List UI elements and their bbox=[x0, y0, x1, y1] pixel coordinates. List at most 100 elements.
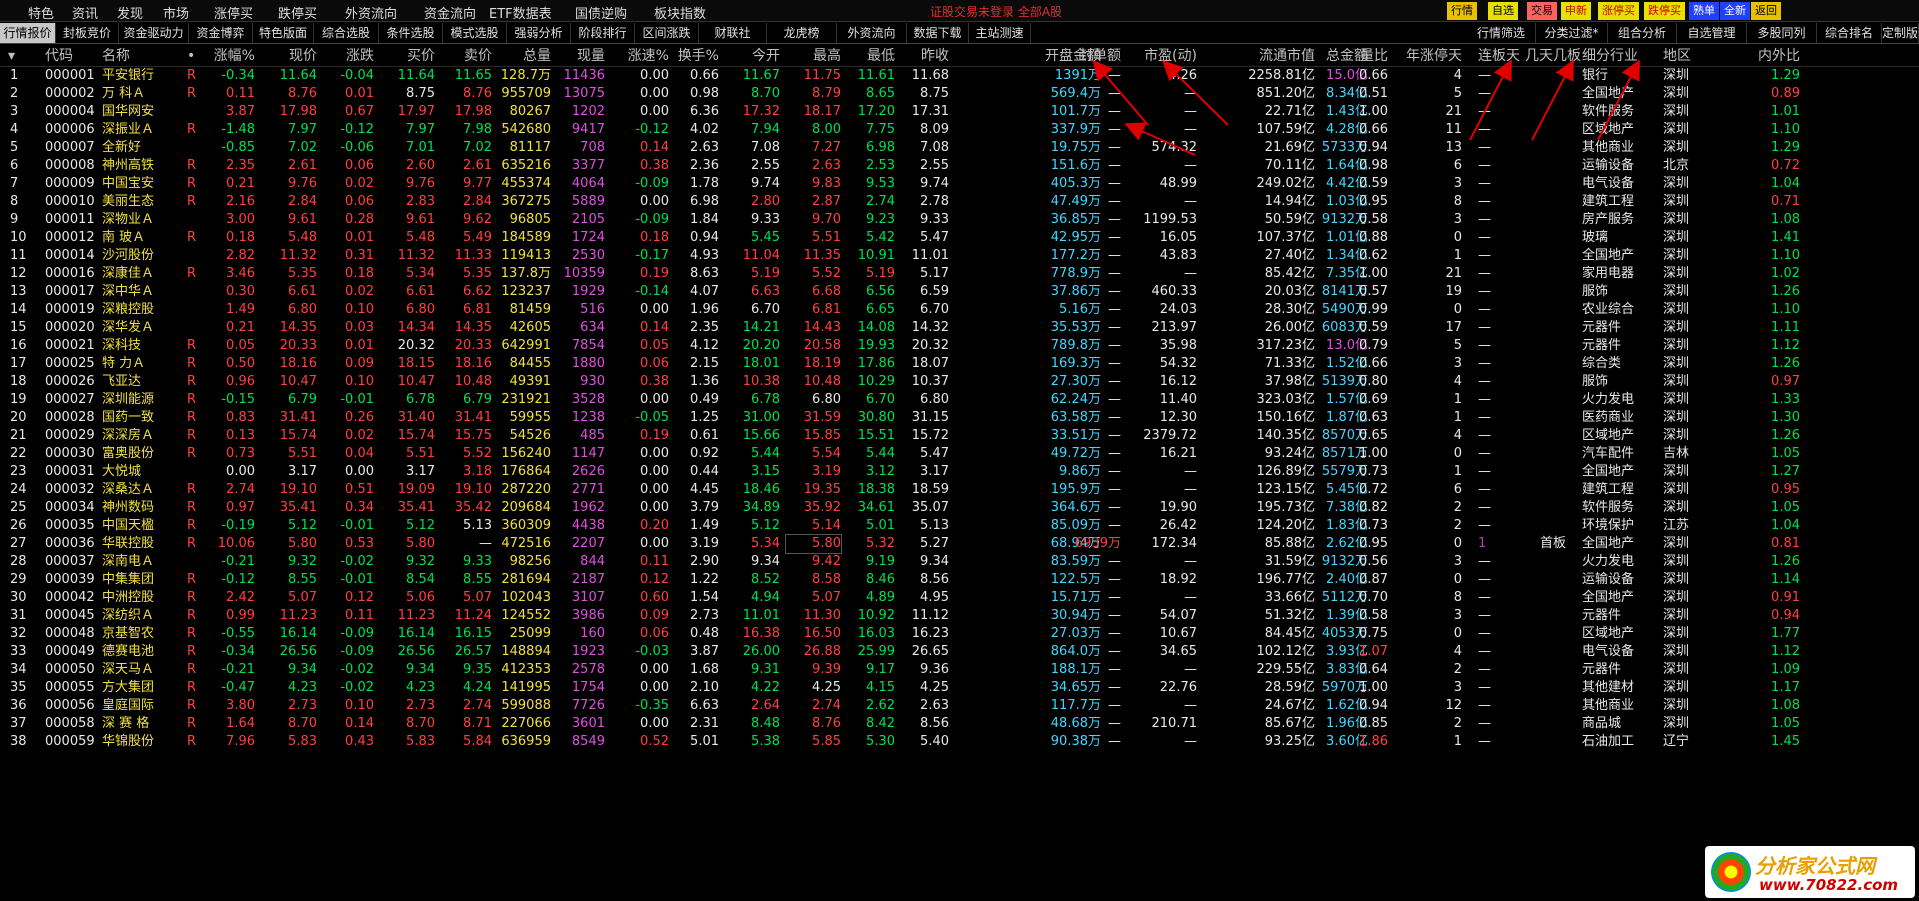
menu-item[interactable]: 涨停买 bbox=[214, 3, 253, 22]
table-row[interactable]: 1 000001 平安银行 R -0.34 11.64 -0.04 11.64 11.65 128… bbox=[0, 67, 1919, 85]
table-row[interactable]: 12 000016 深康佳Ａ R 3.46 5.35 0.18 5.34 5.35 137.8万 1… bbox=[0, 265, 1919, 283]
table-row[interactable]: 33 000049 德赛电池 R -0.34 26.56 -0.09 26.56 26.57 14… bbox=[0, 643, 1919, 661]
column-header[interactable]: 最低 bbox=[845, 47, 895, 65]
tab[interactable]: 模式选股 bbox=[443, 23, 507, 43]
tab[interactable]: 外资流向 bbox=[837, 23, 907, 43]
quick-button[interactable]: 行情 bbox=[1447, 2, 1477, 20]
column-header[interactable]: 地区 bbox=[1663, 47, 1723, 65]
tab[interactable]: 财联社 bbox=[699, 23, 767, 43]
column-header[interactable]: 涨跌 bbox=[322, 47, 374, 65]
tab[interactable]: 行情报价 bbox=[0, 23, 56, 43]
table-row[interactable]: 22 000030 富奥股份 R 0.73 5.51 0.04 5.51 5.52 156240 1… bbox=[0, 445, 1919, 463]
menu-item[interactable]: 市场 bbox=[163, 3, 189, 22]
table-row[interactable]: 10 000012 南 玻Ａ R 0.18 5.48 0.01 5.48 5.49 184589 1… bbox=[0, 229, 1919, 247]
tab-right[interactable]: 行情筛选 bbox=[1467, 23, 1536, 43]
menu-item[interactable]: 外资流向 bbox=[345, 3, 397, 22]
table-row[interactable]: 13 000017 深中华Ａ 0.30 6.61 0.02 6.61 6.62 123237 19… bbox=[0, 283, 1919, 301]
tab[interactable]: 资金博弈 bbox=[189, 23, 253, 43]
column-header[interactable]: 几天几板 bbox=[1525, 47, 1581, 65]
column-header[interactable]: 昨收 bbox=[897, 47, 949, 65]
column-header[interactable]: 现价 bbox=[262, 47, 317, 65]
menu-item[interactable]: 国债逆购 bbox=[575, 3, 627, 22]
column-header[interactable]: 现量 bbox=[553, 47, 605, 65]
table-row[interactable]: 24 000032 深桑达Ａ R 2.74 19.10 0.51 19.09 19.10 2872… bbox=[0, 481, 1919, 499]
table-row[interactable]: 2 000002 万 科Ａ R 0.11 8.76 0.01 8.75 8.76 955709 13… bbox=[0, 85, 1919, 103]
tab-right[interactable]: 分类过滤* bbox=[1536, 23, 1608, 43]
menu-item[interactable]: 板块指数 bbox=[654, 3, 706, 22]
column-header[interactable]: 换手% bbox=[669, 47, 719, 65]
column-header[interactable]: 封单额 bbox=[1066, 47, 1121, 65]
menu-item[interactable]: 跌停买 bbox=[278, 3, 317, 22]
table-row[interactable]: 7 000009 中国宝安 R 0.21 9.76 0.02 9.76 9.77 455374 40… bbox=[0, 175, 1919, 193]
tab[interactable]: 数据下载 bbox=[907, 23, 969, 43]
table-row[interactable]: 37 000058 深 赛 格 R 1.64 8.70 0.14 8.70 8.71 227066… bbox=[0, 715, 1919, 733]
column-header[interactable]: 最高 bbox=[786, 47, 841, 65]
column-header[interactable]: 连板天 bbox=[1478, 47, 1526, 65]
table-row[interactable]: 8 000010 美丽生态 R 2.16 2.84 0.06 2.83 2.84 367275 58… bbox=[0, 193, 1919, 211]
column-header[interactable]: 名称 bbox=[102, 47, 182, 65]
table-row[interactable]: 21 000029 深深房Ａ R 0.13 15.74 0.02 15.74 15.75 5452… bbox=[0, 427, 1919, 445]
column-header[interactable]: 年涨停天 bbox=[1390, 47, 1462, 65]
table-row[interactable]: 6 000008 神州高铁 R 2.35 2.61 0.06 2.60 2.61 635216 33… bbox=[0, 157, 1919, 175]
quick-button[interactable]: 自选 bbox=[1488, 2, 1518, 20]
column-header[interactable]: 市盈(动) bbox=[1132, 47, 1197, 65]
table-row[interactable]: 38 000059 华锦股份 R 7.96 5.83 0.43 5.83 5.84 636959 8… bbox=[0, 733, 1919, 751]
tab[interactable]: 综合选股 bbox=[314, 23, 379, 43]
tab[interactable]: 资金驱动力 bbox=[119, 23, 189, 43]
quick-button[interactable]: 申新 bbox=[1561, 2, 1591, 20]
column-header[interactable]: 内外比 bbox=[1745, 47, 1800, 65]
column-header[interactable]: • bbox=[187, 47, 199, 65]
table-row[interactable]: 34 000050 深天马Ａ R -0.21 9.34 -0.02 9.34 9.35 41235… bbox=[0, 661, 1919, 679]
quick-button[interactable]: 熟单 bbox=[1689, 2, 1719, 20]
column-header[interactable]: 代码 bbox=[45, 47, 100, 65]
table-row[interactable]: 28 000037 深南电Ａ -0.21 9.32 -0.02 9.32 9.33 98256 8… bbox=[0, 553, 1919, 571]
table-row[interactable]: 4 000006 深振业Ａ R -1.48 7.97 -0.12 7.97 7.98 542680… bbox=[0, 121, 1919, 139]
tab-right[interactable]: 综合排名 bbox=[1817, 23, 1882, 43]
tab[interactable]: 龙虎榜 bbox=[767, 23, 837, 43]
quick-button[interactable]: 交易 bbox=[1527, 2, 1557, 20]
tab-right[interactable]: 定制版面 bbox=[1882, 23, 1919, 43]
menu-item[interactable]: 特色 bbox=[28, 3, 54, 22]
menu-item[interactable]: 资讯 bbox=[72, 3, 98, 22]
column-header[interactable]: 买价 bbox=[380, 47, 435, 65]
table-row[interactable]: 27 000036 华联控股 R 10.06 5.80 0.53 5.80 — 472516 220… bbox=[0, 534, 1919, 554]
column-header[interactable]: 卖价 bbox=[440, 47, 492, 65]
table-row[interactable]: 26 000035 中国天楹 R -0.19 5.12 -0.01 5.12 5.13 36030… bbox=[0, 517, 1919, 535]
tab-right[interactable]: 组合分析 bbox=[1608, 23, 1677, 43]
column-header[interactable]: 总量 bbox=[493, 47, 551, 65]
column-header[interactable]: 量比 bbox=[1348, 47, 1388, 65]
tab-right[interactable]: 多股同列 bbox=[1747, 23, 1817, 43]
table-row[interactable]: 30 000042 中洲控股 R 2.42 5.07 0.12 5.06 5.07 102043 3… bbox=[0, 589, 1919, 607]
table-row[interactable]: 9 000011 深物业Ａ 3.00 9.61 0.28 9.61 9.62 96805 2105… bbox=[0, 211, 1919, 229]
table-row[interactable]: 35 000055 方大集团 R -0.47 4.23 -0.02 4.23 4.24 14199… bbox=[0, 679, 1919, 697]
table-row[interactable]: 3 000004 国华网安 3.87 17.98 0.67 17.97 17.98 80267 1… bbox=[0, 103, 1919, 121]
tab[interactable]: 区间涨跌 bbox=[635, 23, 699, 43]
menu-item[interactable]: 资金流向 bbox=[424, 3, 476, 22]
table-row[interactable]: 11 000014 沙河股份 2.82 11.32 0.31 11.32 11.33 11941… bbox=[0, 247, 1919, 265]
table-row[interactable]: 25 000034 神州数码 R 0.97 35.41 0.34 35.41 35.42 2096… bbox=[0, 499, 1919, 517]
table-row[interactable]: 18 000026 飞亚达 R 0.96 10.47 0.10 10.47 10.48 49391… bbox=[0, 373, 1919, 391]
table-row[interactable]: 17 000025 特 力Ａ R 0.50 18.16 0.09 18.15 18.16 8445… bbox=[0, 355, 1919, 373]
table-row[interactable]: 31 000045 深纺织Ａ R 0.99 11.23 0.11 11.23 11.24 1245… bbox=[0, 607, 1919, 625]
table-row[interactable]: 36 000056 皇庭国际 R 3.80 2.73 0.10 2.73 2.74 599088 7… bbox=[0, 697, 1919, 715]
table-row[interactable]: 16 000021 深科技 R 0.05 20.33 0.01 20.32 20.33 64299… bbox=[0, 337, 1919, 355]
tab[interactable]: 特色版面 bbox=[253, 23, 314, 43]
table-row[interactable]: 19 000027 深圳能源 R -0.15 6.79 -0.01 6.78 6.79 23192… bbox=[0, 391, 1919, 409]
table-row[interactable]: 29 000039 中集集团 R -0.12 8.55 -0.01 8.54 8.55 28169… bbox=[0, 571, 1919, 589]
table-row[interactable]: 15 000020 深华发Ａ 0.21 14.35 0.03 14.34 14.35 42605… bbox=[0, 319, 1919, 337]
quick-button[interactable]: 返回 bbox=[1751, 2, 1781, 20]
quick-button[interactable]: 涨停买 bbox=[1598, 2, 1639, 20]
quick-button[interactable]: 全新 bbox=[1720, 2, 1750, 20]
table-row[interactable]: 20 000028 国药一致 R 0.83 31.41 0.26 31.40 31.41 5995… bbox=[0, 409, 1919, 427]
table-row[interactable]: 14 000019 深粮控股 1.49 6.80 0.10 6.80 6.81 81459 516… bbox=[0, 301, 1919, 319]
sort-toggle-icon[interactable]: ▾ bbox=[8, 47, 22, 65]
tab[interactable]: 主站测速 bbox=[969, 23, 1031, 43]
table-row[interactable]: 32 000048 京基智农 R -0.55 16.14 -0.09 16.14 16.15 25… bbox=[0, 625, 1919, 643]
quick-button[interactable]: 跌停买 bbox=[1644, 2, 1685, 20]
tab[interactable]: 强弱分析 bbox=[507, 23, 571, 43]
column-header[interactable]: 涨速% bbox=[617, 47, 669, 65]
column-header[interactable]: 细分行业 bbox=[1582, 47, 1654, 65]
tab[interactable]: 阶段排行 bbox=[571, 23, 635, 43]
tab[interactable]: 封板竞价 bbox=[56, 23, 119, 43]
column-header[interactable]: 涨幅% bbox=[203, 47, 255, 65]
